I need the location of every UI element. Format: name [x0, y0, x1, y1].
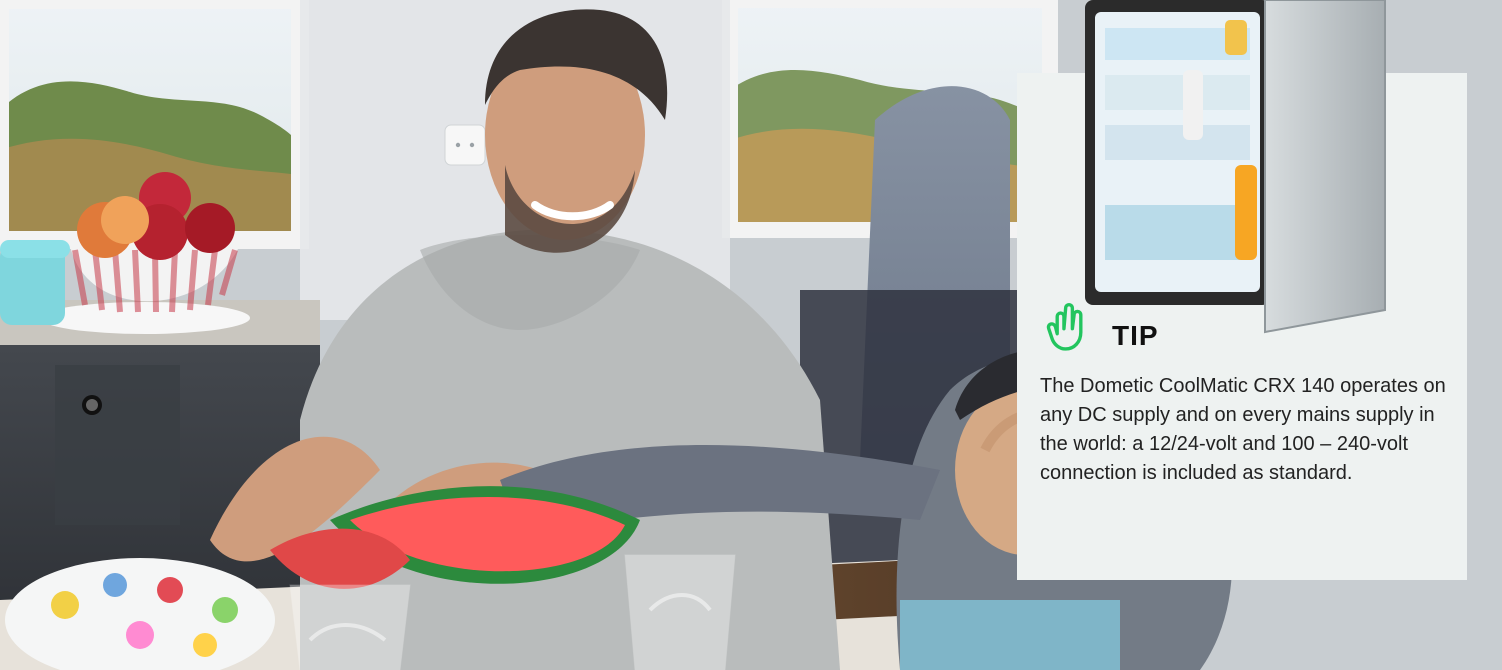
hand-pointing-up-icon — [1046, 302, 1083, 351]
tip-heading: TIP — [1042, 300, 1159, 354]
cups — [0, 240, 70, 325]
hero-banner: TIP The Dometic CoolMatic CRX 140 operat… — [0, 0, 1502, 670]
tip-label: TIP — [1112, 320, 1159, 351]
tip-text: The Dometic CoolMatic CRX 140 operates o… — [1040, 375, 1446, 484]
fridge-image — [1085, 0, 1386, 334]
